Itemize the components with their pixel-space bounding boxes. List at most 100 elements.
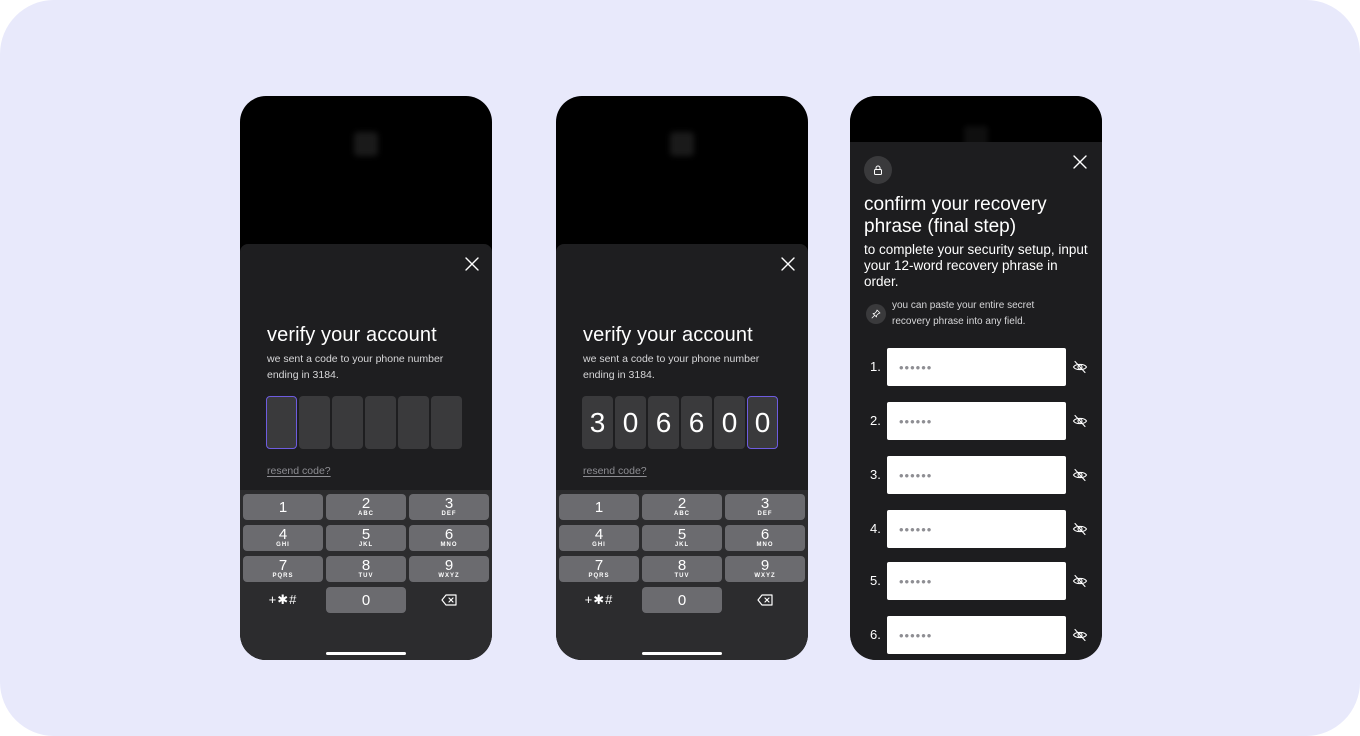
key-digit: 1 bbox=[278, 498, 288, 516]
recovery-sheet: confirm your recovery phrase (final step… bbox=[850, 142, 1102, 660]
page-title: confirm your recovery phrase (final step… bbox=[864, 194, 1047, 237]
code-digit-6[interactable] bbox=[431, 396, 462, 449]
resend-code-link[interactable]: resend code? bbox=[583, 465, 647, 477]
key-letters: TUV bbox=[358, 573, 374, 579]
toggle-visibility-button[interactable] bbox=[1072, 627, 1088, 643]
code-digit-6[interactable]: 0 bbox=[747, 396, 778, 449]
key-digit: 2 bbox=[677, 495, 687, 512]
key-1[interactable]: 1 bbox=[243, 494, 323, 520]
close-button[interactable] bbox=[462, 254, 482, 274]
key-digit: 9 bbox=[444, 557, 454, 574]
code-digit-4[interactable] bbox=[365, 396, 396, 449]
phrase-row: 5. bbox=[850, 562, 1102, 600]
key-3[interactable]: 3 DEF bbox=[725, 494, 805, 520]
pin-icon bbox=[871, 309, 881, 319]
code-digit-1[interactable] bbox=[266, 396, 297, 449]
key-letters: JKL bbox=[358, 542, 374, 548]
toggle-visibility-button[interactable] bbox=[1072, 573, 1088, 589]
key-8[interactable]: 8 TUV bbox=[642, 556, 722, 582]
backspace-key[interactable] bbox=[725, 587, 805, 613]
close-icon bbox=[465, 257, 479, 271]
key-6[interactable]: 6 MNO bbox=[725, 525, 805, 551]
code-digit-1[interactable]: 3 bbox=[582, 396, 613, 449]
key-digit: 7 bbox=[594, 557, 604, 574]
code-input-row: 3 0 6 6 0 0 bbox=[582, 396, 778, 449]
close-button[interactable] bbox=[1070, 152, 1090, 172]
key-9[interactable]: 9 WXYZ bbox=[725, 556, 805, 582]
page-subtitle: we sent a code to your phone number endi… bbox=[583, 353, 760, 381]
eye-off-icon bbox=[1072, 522, 1088, 536]
phrase-index: 5. bbox=[870, 573, 881, 588]
blurred-logo bbox=[670, 132, 694, 156]
key-digit: 3 bbox=[444, 495, 454, 512]
key-4[interactable]: 4 GHI bbox=[559, 525, 639, 551]
toggle-visibility-button[interactable] bbox=[1072, 467, 1088, 483]
key-letters: GHI bbox=[592, 542, 606, 548]
code-digit-5[interactable] bbox=[398, 396, 429, 449]
key-digit: 8 bbox=[677, 557, 687, 574]
numeric-keypad: 1 2 ABC 3 DEF 4 GHI 5 JKL 6 MNO 7 PQRS 8 TUV 9W… bbox=[556, 490, 808, 660]
toggle-visibility-button[interactable] bbox=[1072, 359, 1088, 375]
paste-tip: you can paste your entire secret recover… bbox=[866, 298, 1062, 330]
page-subtitle: we sent a code to your phone number endi… bbox=[267, 353, 444, 381]
phrase-word-2-input[interactable] bbox=[887, 402, 1066, 440]
canvas: verify your account we sent a code to yo… bbox=[0, 0, 1360, 736]
code-digit-3[interactable] bbox=[332, 396, 363, 449]
toggle-visibility-button[interactable] bbox=[1072, 413, 1088, 429]
key-digit: 8 bbox=[361, 557, 371, 574]
key-5[interactable]: 5 JKL bbox=[326, 525, 406, 551]
key-letters: ABC bbox=[674, 511, 690, 517]
key-2[interactable]: 2 ABC bbox=[326, 494, 406, 520]
key-4[interactable]: 4 GHI bbox=[243, 525, 323, 551]
key-letters: PQRS bbox=[272, 573, 294, 579]
code-digit-3[interactable]: 6 bbox=[648, 396, 679, 449]
key-0[interactable]: 0 bbox=[642, 587, 722, 613]
phrase-word-1-input[interactable] bbox=[887, 348, 1066, 386]
key-letters: WXYZ bbox=[754, 573, 776, 579]
key-9[interactable]: 9 WXYZ bbox=[409, 556, 489, 582]
key-digit: 2 bbox=[361, 495, 371, 512]
key-letters: MNO bbox=[756, 542, 774, 548]
pin-badge bbox=[866, 304, 886, 324]
key-symbols[interactable]: +✱# bbox=[243, 587, 323, 613]
eye-off-icon bbox=[1072, 468, 1088, 482]
close-icon bbox=[1073, 155, 1087, 169]
key-0[interactable]: 0 bbox=[326, 587, 406, 613]
phrase-row: 4. bbox=[850, 510, 1102, 548]
key-3[interactable]: 3 DEF bbox=[409, 494, 489, 520]
key-digit: 4 bbox=[278, 526, 288, 543]
blurred-logo bbox=[354, 132, 378, 156]
code-digit-2[interactable]: 0 bbox=[615, 396, 646, 449]
key-letters: GHI bbox=[276, 542, 290, 548]
verify-sheet: verify your account we sent a code to yo… bbox=[240, 244, 492, 660]
key-digit: 6 bbox=[444, 526, 454, 543]
key-symbols[interactable]: +✱# bbox=[559, 587, 639, 613]
code-digit-4[interactable]: 6 bbox=[681, 396, 712, 449]
eye-off-icon bbox=[1072, 360, 1088, 374]
numeric-keypad: 1 2 ABC 3 DEF 4 GHI 5 JKL 6 MNO 7 PQRS 8 TUV 9W… bbox=[240, 490, 492, 660]
key-2[interactable]: 2 ABC bbox=[642, 494, 722, 520]
phrase-word-3-input[interactable] bbox=[887, 456, 1066, 494]
phone-verify-filled: verify your account we sent a code to yo… bbox=[556, 96, 808, 660]
close-button[interactable] bbox=[778, 254, 798, 274]
key-8[interactable]: 8 TUV bbox=[326, 556, 406, 582]
phrase-word-6-input[interactable] bbox=[887, 616, 1066, 654]
tip-text: you can paste your entire secret recover… bbox=[892, 300, 1035, 327]
key-7[interactable]: 7 PQRS bbox=[243, 556, 323, 582]
resend-code-link[interactable]: resend code? bbox=[267, 465, 331, 477]
lock-icon bbox=[874, 165, 882, 175]
phrase-word-4-input[interactable] bbox=[887, 510, 1066, 548]
key-1[interactable]: 1 bbox=[559, 494, 639, 520]
backspace-icon bbox=[757, 594, 773, 606]
code-digit-2[interactable] bbox=[299, 396, 330, 449]
code-digit-5[interactable]: 0 bbox=[714, 396, 745, 449]
key-digit: 3 bbox=[760, 495, 770, 512]
backspace-key[interactable] bbox=[409, 587, 489, 613]
key-7[interactable]: 7 PQRS bbox=[559, 556, 639, 582]
backspace-icon bbox=[441, 594, 457, 606]
key-6[interactable]: 6 MNO bbox=[409, 525, 489, 551]
status-area bbox=[850, 96, 1102, 150]
key-5[interactable]: 5 JKL bbox=[642, 525, 722, 551]
phrase-word-5-input[interactable] bbox=[887, 562, 1066, 600]
toggle-visibility-button[interactable] bbox=[1072, 521, 1088, 537]
